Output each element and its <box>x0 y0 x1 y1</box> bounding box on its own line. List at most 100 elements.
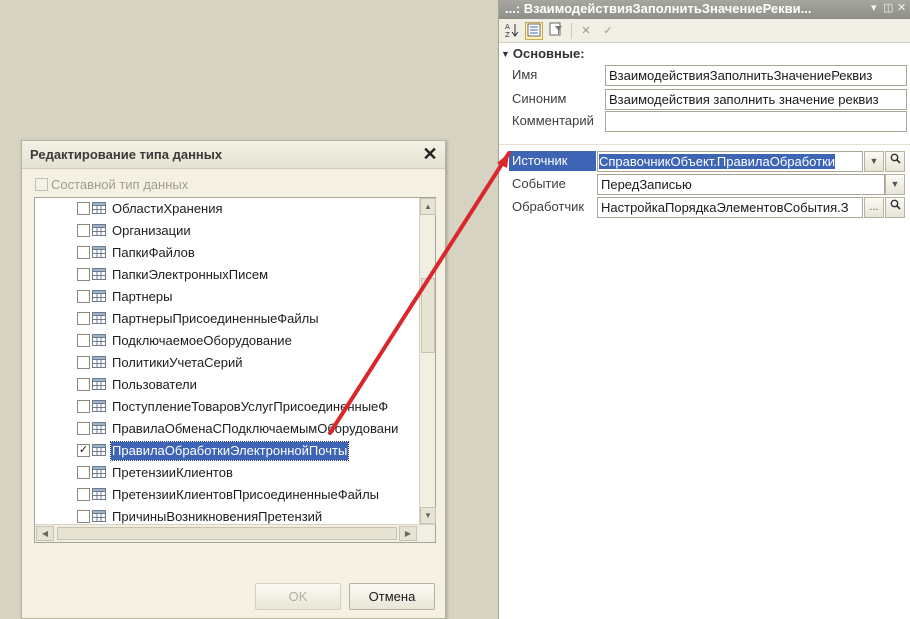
list-item-checkbox[interactable] <box>77 356 90 369</box>
properties-title: ...: ВзаимодействияЗаполнитьЗначениеРекв… <box>505 1 812 16</box>
list-item[interactable]: ОбластиХранения <box>35 198 419 220</box>
svg-text:A: A <box>505 23 510 31</box>
edit-type-dialog: Редактирование типа данных ✕ Составной т… <box>21 140 446 619</box>
apply-check-icon[interactable]: ✓ <box>599 22 617 40</box>
catalog-table-icon <box>92 444 106 456</box>
properties-panel: ...: ВзаимодействияЗаполнитьЗначениеРекв… <box>498 0 910 619</box>
list-item[interactable]: Пользователи <box>35 374 419 396</box>
composite-type-checkbox: Составной тип данных <box>35 177 188 192</box>
catalog-table-icon <box>92 246 106 258</box>
list-item-label: ПретензииКлиентовПрисоединенныеФайлы <box>112 487 379 502</box>
list-item[interactable]: ПричиныВозникновенияПретензий <box>35 506 419 524</box>
list-item[interactable]: Партнеры <box>35 286 419 308</box>
list-item[interactable]: ПартнерыПрисоединенныеФайлы <box>35 308 419 330</box>
name-field[interactable]: ВзаимодействияЗаполнитьЗначениеРеквиз <box>605 65 907 86</box>
catalog-table-icon <box>92 224 106 236</box>
list-item-label: ПравилаОбменаСПодключаемымОборудовани <box>112 421 399 436</box>
clear-icon[interactable]: ✕ <box>577 22 595 40</box>
scroll-down-icon[interactable]: ▼ <box>420 507 436 524</box>
list-item[interactable]: ПоступлениеТоваровУслугПрисоединенныеФ <box>35 396 419 418</box>
list-item-checkbox[interactable] <box>77 202 90 215</box>
menu-arrow-icon[interactable]: ▾ <box>871 1 877 14</box>
catalog-table-icon <box>92 290 106 302</box>
filter-icon[interactable] <box>547 22 565 40</box>
list-item-label: Партнеры <box>112 289 173 304</box>
source-value: СправочникОбъект.ПравилаОбработки <box>599 154 836 169</box>
scroll-thumb[interactable] <box>421 278 435 353</box>
list-item-checkbox[interactable]: ✓ <box>77 444 90 457</box>
list-item-label: Пользователи <box>112 377 197 392</box>
horizontal-scroll-thumb[interactable] <box>57 527 397 540</box>
ok-button[interactable]: OK <box>255 583 341 610</box>
list-item-checkbox[interactable] <box>77 400 90 413</box>
handler-ellipsis-button[interactable]: ... <box>864 197 884 218</box>
scroll-up-icon[interactable]: ▲ <box>420 198 436 215</box>
handler-search-icon[interactable] <box>885 197 905 218</box>
composite-type-checkbox-box <box>35 178 48 191</box>
list-item-label: ПапкиЭлектронныхПисем <box>112 267 269 282</box>
list-item-label: ПричиныВозникновенияПретензий <box>112 509 323 524</box>
list-item-checkbox[interactable] <box>77 466 90 479</box>
event-field[interactable]: ПередЗаписью <box>597 174 885 195</box>
synonym-field[interactable]: Взаимодействия заполнить значение реквиз <box>605 89 907 110</box>
list-item[interactable]: ПапкиЭлектронныхПисем <box>35 264 419 286</box>
list-item-checkbox[interactable] <box>77 488 90 501</box>
catalog-table-icon <box>92 268 106 280</box>
list-item-checkbox[interactable] <box>77 246 90 259</box>
list-item-checkbox[interactable] <box>77 268 90 281</box>
source-field[interactable]: СправочникОбъект.ПравилаОбработки <box>597 151 863 172</box>
catalog-table-icon <box>92 400 106 412</box>
type-list-items: ОбластиХранения Организации ПапкиФайлов Пап… <box>35 198 419 524</box>
list-item-checkbox[interactable] <box>77 510 90 523</box>
scroll-right-icon[interactable]: ▶ <box>399 526 417 541</box>
event-dropdown-icon[interactable]: ▼ <box>885 174 905 195</box>
pin-icon[interactable]: ◫ <box>883 1 893 14</box>
list-item-checkbox[interactable] <box>77 378 90 391</box>
list-item[interactable]: ПолитикиУчетаСерий <box>35 352 419 374</box>
catalog-table-icon <box>92 312 106 324</box>
collapse-triangle-icon[interactable]: ▼ <box>501 49 510 59</box>
dialog-title-bar: Редактирование типа данных ✕ <box>22 141 445 169</box>
synonym-label: Синоним <box>512 91 567 106</box>
list-item-label: ОбластиХранения <box>112 201 223 216</box>
name-label: Имя <box>512 67 538 82</box>
list-item[interactable]: ПодключаемоеОборудование <box>35 330 419 352</box>
catalog-table-icon <box>92 356 106 368</box>
handler-field[interactable]: НастройкаПорядкаЭлементовСобытия.З <box>597 197 863 218</box>
horizontal-scrollbar[interactable]: ◀ ▶ <box>35 524 435 542</box>
list-item-checkbox[interactable] <box>77 334 90 347</box>
list-item-label: ПапкиФайлов <box>112 245 195 260</box>
scroll-left-icon[interactable]: ◀ <box>36 526 54 541</box>
list-item[interactable]: ПравилаОбменаСПодключаемымОборудовани <box>35 418 419 440</box>
close-icon[interactable]: ✕ <box>421 144 439 164</box>
source-search-icon[interactable] <box>885 151 905 172</box>
close-panel-icon[interactable]: ✕ <box>897 1 906 14</box>
dialog-title: Редактирование типа данных <box>30 147 223 162</box>
catalog-table-icon <box>92 488 106 500</box>
list-item[interactable]: ✓ ПравилаОбработкиЭлектроннойПочты <box>35 440 419 462</box>
properties-toolbar: AZ ✕ ✓ <box>499 19 910 43</box>
list-item[interactable]: ПапкиФайлов <box>35 242 419 264</box>
catalog-table-icon <box>92 466 106 478</box>
svg-text:Z: Z <box>505 31 510 38</box>
vertical-scrollbar[interactable]: ▲ ▼ <box>419 198 436 524</box>
comment-label: Комментарий <box>512 113 594 128</box>
source-dropdown-icon[interactable]: ▼ <box>864 151 884 172</box>
cancel-button[interactable]: Отмена <box>349 583 435 610</box>
list-item-checkbox[interactable] <box>77 312 90 325</box>
categories-icon[interactable] <box>525 22 543 40</box>
list-item-label: ПретензииКлиентов <box>112 465 233 480</box>
sort-alphabetical-icon[interactable]: AZ <box>503 22 521 40</box>
list-item-checkbox[interactable] <box>77 224 90 237</box>
toolbar-separator <box>571 23 572 39</box>
list-item-checkbox[interactable] <box>77 290 90 303</box>
list-item[interactable]: ПретензииКлиентов <box>35 462 419 484</box>
list-item[interactable]: Организации <box>35 220 419 242</box>
list-item-checkbox[interactable] <box>77 422 90 435</box>
section-main[interactable]: ▼ Основные: <box>501 46 585 61</box>
composite-type-label: Составной тип данных <box>51 177 189 192</box>
comment-field[interactable] <box>605 111 907 132</box>
source-label: Источник <box>509 151 596 171</box>
list-item-label: ПодключаемоеОборудование <box>112 333 292 348</box>
list-item[interactable]: ПретензииКлиентовПрисоединенныеФайлы <box>35 484 419 506</box>
